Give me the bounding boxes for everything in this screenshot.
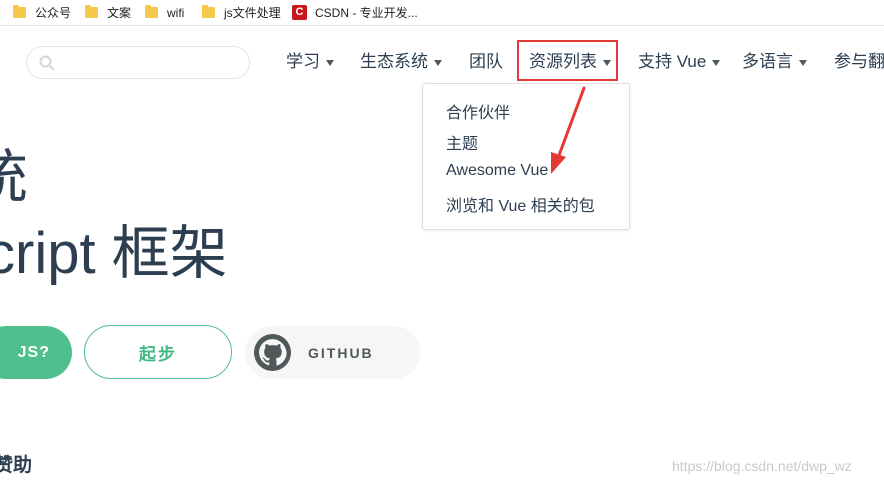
sponsor-heading: 赞助 [0, 455, 33, 476]
bookmarks-bar: 公众号 文案 wifi js文件处理 C CSDN - 专业开发... [0, 0, 884, 26]
github-button-label: GITHUB [308, 344, 374, 361]
search-icon [39, 55, 55, 70]
bookmark-label: 公众号 [35, 6, 72, 20]
search-input[interactable] [61, 54, 231, 71]
nav-translate-label: 参与翻 [834, 52, 884, 71]
folder-icon [145, 5, 158, 18]
dropdown-item-browse-packages[interactable]: 浏览和 Vue 相关的包 [446, 192, 595, 216]
folder-icon [13, 5, 26, 18]
nav-team-label: 团队 [469, 52, 503, 71]
nav-support[interactable]: 支持 Vue [638, 48, 721, 76]
nav-support-label: 支持 Vue [638, 52, 707, 71]
resources-dropdown-menu: 合作伙伴 主题 Awesome Vue 浏览和 Vue 相关的包 [422, 83, 630, 230]
nav-languages[interactable]: 多语言 [742, 48, 807, 76]
bookmark-label: js文件处理 [224, 6, 281, 20]
bookmark-item[interactable]: js文件处理 [202, 0, 281, 26]
hero-title-line2: cript 框架 [0, 221, 228, 286]
github-button[interactable]: GITHUB [245, 326, 420, 379]
bookmark-item[interactable]: wifi [145, 0, 184, 26]
dropdown-item-partners[interactable]: 合作伙伴 [446, 99, 510, 123]
folder-icon [202, 5, 215, 18]
nav-translate[interactable]: 参与翻 [834, 48, 884, 76]
nav-ecosystem-label: 生态系统 [360, 52, 428, 71]
bookmark-item[interactable]: 文案 [85, 0, 131, 26]
chevron-down-icon [712, 60, 721, 66]
get-started-button[interactable]: 起步 [84, 325, 232, 379]
folder-icon [85, 5, 98, 18]
github-icon [254, 334, 291, 371]
nav-learn[interactable]: 学习 [286, 48, 334, 76]
nav-ecosystem[interactable]: 生态系统 [360, 48, 442, 76]
hero-title-line1: 统 [0, 138, 28, 218]
highlight-annotation-box [517, 40, 618, 81]
why-vue-button[interactable]: JS? [0, 326, 72, 379]
bookmark-label: 文案 [107, 6, 132, 20]
nav-learn-label: 学习 [286, 52, 320, 71]
search-box[interactable] [26, 46, 250, 79]
nav-team[interactable]: 团队 [469, 48, 503, 76]
nav-languages-label: 多语言 [742, 52, 793, 71]
dropdown-item-themes[interactable]: 主题 [446, 130, 478, 154]
bookmark-label: wifi [167, 5, 185, 20]
chevron-down-icon [799, 60, 807, 66]
bookmark-item[interactable]: 公众号 [13, 0, 71, 26]
bookmark-label: CSDN - 专业开发... [315, 6, 418, 20]
watermark-text: https://blog.csdn.net/dwp_wz [672, 458, 852, 474]
bookmark-item-csdn[interactable]: C CSDN - 专业开发... [292, 0, 418, 26]
chevron-down-icon [434, 60, 442, 66]
dropdown-item-awesome-vue[interactable]: Awesome Vue [446, 162, 548, 180]
chevron-down-icon [326, 60, 334, 66]
csdn-logo-icon: C [292, 5, 307, 20]
